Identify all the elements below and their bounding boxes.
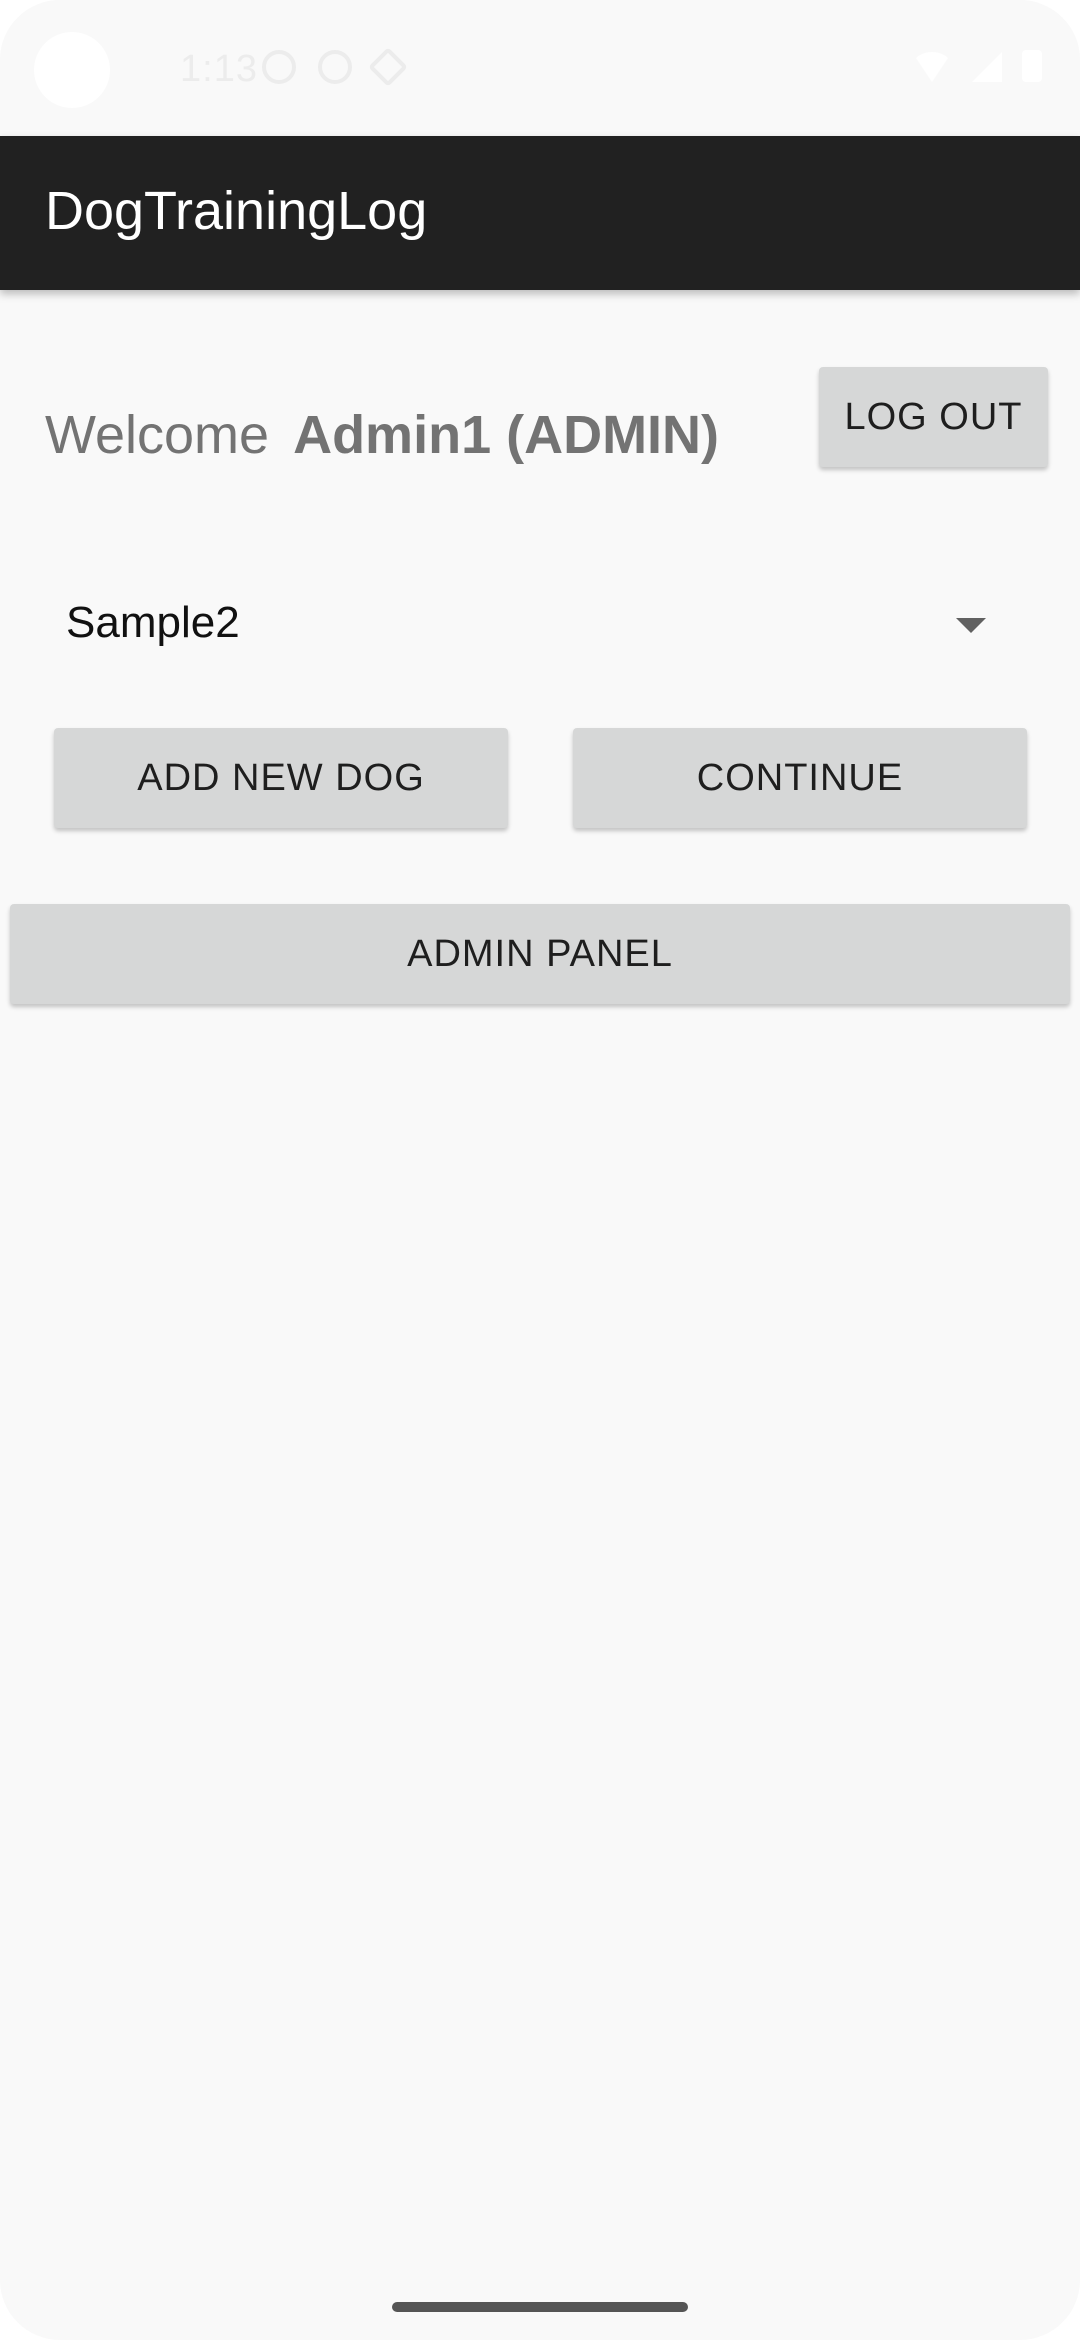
welcome-row: Welcome Admin1 (ADMIN) bbox=[45, 404, 719, 466]
settings-icon bbox=[262, 50, 296, 84]
battery-icon bbox=[1022, 50, 1042, 82]
screen: 1:13 DogTrainingLog Welcome Admin1 (ADMI… bbox=[0, 0, 1080, 2340]
navigation-icon bbox=[368, 47, 408, 87]
status-icons-left bbox=[262, 47, 408, 87]
status-bar: 1:13 bbox=[0, 0, 1080, 136]
dropdown-arrow-icon bbox=[956, 618, 986, 633]
continue-button[interactable]: CONTINUE bbox=[573, 728, 1027, 828]
user-name: Admin1 (ADMIN) bbox=[293, 405, 720, 465]
location-off-icon bbox=[318, 50, 352, 84]
dog-spinner-value: Sample2 bbox=[66, 598, 240, 647]
add-new-dog-button[interactable]: ADD NEW DOG bbox=[54, 728, 508, 828]
app-title: DogTrainingLog bbox=[45, 181, 428, 241]
admin-panel-button[interactable]: ADMIN PANEL bbox=[10, 904, 1070, 1004]
welcome-label: Welcome bbox=[45, 405, 270, 465]
status-icons-right bbox=[912, 50, 1042, 82]
signal-icon bbox=[972, 52, 1002, 82]
dog-spinner[interactable]: Sample2 bbox=[45, 574, 1035, 678]
status-time: 1:13 bbox=[180, 48, 258, 90]
gesture-navigation-bar[interactable] bbox=[392, 2302, 688, 2312]
camera-cutout bbox=[34, 32, 110, 108]
logout-button[interactable]: LOG OUT bbox=[819, 367, 1048, 467]
wifi-icon bbox=[912, 52, 952, 82]
app-bar: DogTrainingLog bbox=[0, 136, 1080, 290]
